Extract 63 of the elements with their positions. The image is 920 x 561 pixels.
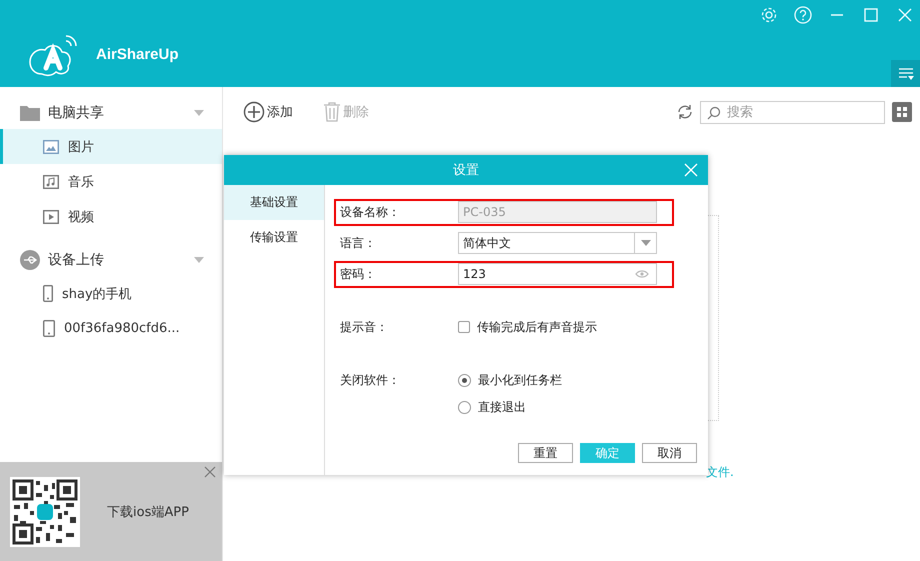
folder-icon: [20, 105, 40, 121]
help-button[interactable]: [792, 4, 814, 26]
video-icon: [43, 210, 59, 224]
close-icon: [684, 163, 698, 177]
caret-icon: [640, 240, 650, 246]
dialog-button[interactable]: 重置: [518, 443, 573, 463]
group-label: 电脑共享: [48, 104, 105, 122]
field-label: 提示音：: [340, 319, 389, 336]
field-label: 设备名称：: [340, 204, 401, 221]
dialog-button[interactable]: 取消: [642, 443, 697, 463]
music-icon: [43, 174, 59, 188]
help-icon: [794, 6, 812, 24]
group-label: 设备上传: [48, 251, 105, 269]
usb-icon: [20, 250, 40, 270]
search-field[interactable]: 搜索: [700, 100, 885, 124]
minimize-icon: [830, 14, 844, 16]
close-icon: [204, 466, 216, 478]
close-button[interactable]: [204, 466, 218, 480]
grid-view-button[interactable]: [892, 102, 912, 122]
hint-text: 文件.: [706, 464, 734, 481]
grid-icon: [897, 107, 907, 117]
close-icon: [898, 8, 912, 22]
item-label: 图片: [68, 138, 94, 156]
search-icon: [707, 106, 721, 120]
field-label: 语言：: [340, 235, 377, 252]
password-field[interactable]: 123: [458, 263, 657, 285]
sidebar-item[interactable]: 音乐: [0, 164, 222, 199]
caret-icon[interactable]: [194, 110, 204, 116]
sidebar-group[interactable]: 电脑共享: [0, 97, 222, 129]
eye-icon[interactable]: [635, 270, 649, 278]
plus-icon: [243, 101, 265, 123]
sidebar-item[interactable]: 00f36fa980cfd6...: [0, 311, 222, 346]
item-label: 音乐: [68, 174, 94, 190]
menu-icon: [898, 66, 914, 80]
gear-icon: [760, 6, 778, 24]
caret-icon[interactable]: [194, 257, 204, 263]
sidebar-item[interactable]: shay的手机: [0, 276, 222, 311]
trash-icon: [323, 102, 341, 122]
qr-code-icon: [10, 476, 80, 546]
app-title: AirShareUp: [96, 46, 179, 63]
sound-checkbox[interactable]: 传输完成后有声音提示: [458, 316, 597, 338]
sidebar-item[interactable]: 视频: [0, 199, 222, 234]
sidebar-group[interactable]: 设备上传: [0, 244, 222, 276]
refresh-icon[interactable]: [676, 104, 694, 120]
item-label: 视频: [68, 208, 94, 226]
phone-icon: [43, 285, 53, 302]
radio-option[interactable]: 最小化到任务栏: [458, 369, 562, 391]
field-label: 密码：: [340, 266, 377, 283]
tablet-icon: [43, 320, 55, 337]
dialog-title: 设置: [453, 162, 479, 179]
item-label: 00f36fa980cfd6...: [64, 321, 180, 336]
sidebar-item[interactable]: 图片: [0, 129, 222, 164]
language-select[interactable]: 简体中文: [458, 232, 657, 254]
item-label: shay的手机: [62, 286, 132, 302]
promo-text: 下载ios端APP: [107, 504, 189, 520]
radio-option[interactable]: 直接退出: [458, 396, 562, 418]
maximize-icon: [864, 8, 878, 22]
add-button[interactable]: 添加: [243, 101, 293, 123]
menu-button[interactable]: [891, 60, 920, 87]
settings-tab[interactable]: 基础设置: [224, 185, 324, 220]
field-label: 关闭软件：: [340, 372, 401, 389]
close-button[interactable]: [684, 163, 698, 177]
image-icon: [43, 140, 59, 154]
